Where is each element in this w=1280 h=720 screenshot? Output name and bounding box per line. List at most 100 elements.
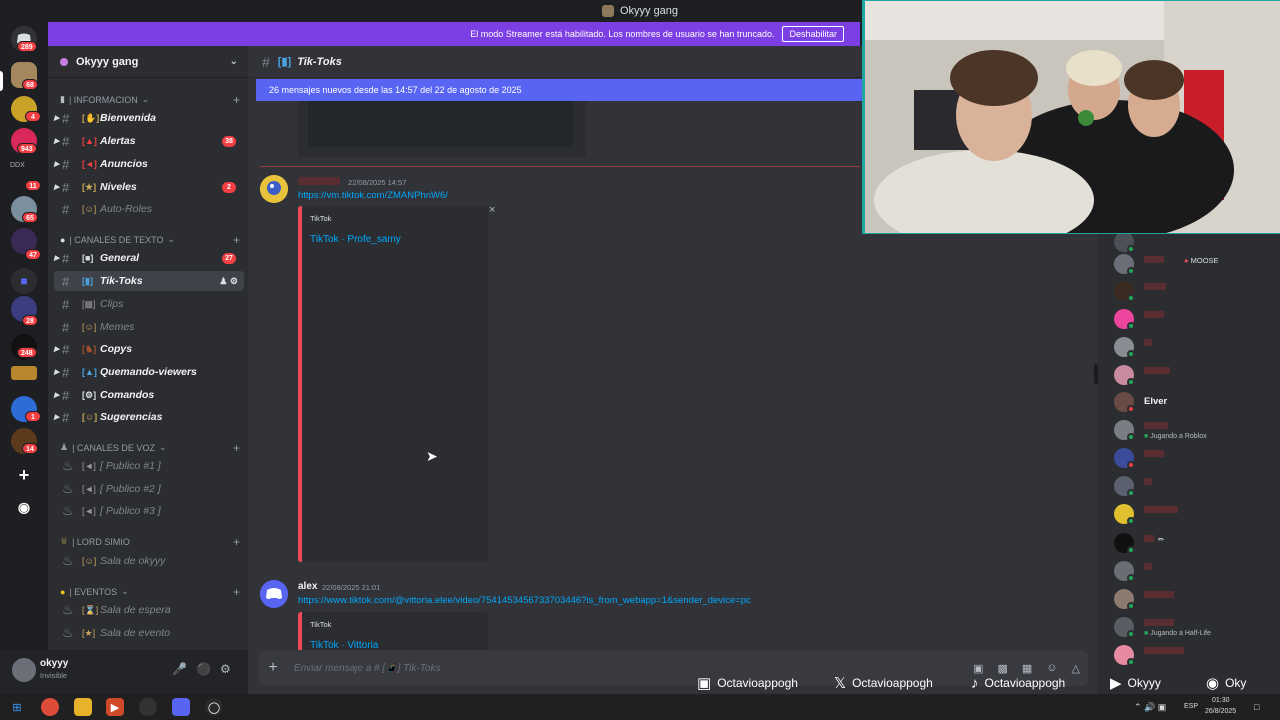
channel-label: Niveles: [100, 181, 137, 193]
member-item-elver[interactable]: Elver: [1114, 390, 1278, 414]
category-canales-texto[interactable]: ● | CANALES DE TEXTO ⌄ +: [60, 233, 240, 247]
dm-badge: 289: [17, 41, 37, 52]
channel-copys[interactable]: ▶ # [♞] Copys: [54, 339, 244, 359]
member-item[interactable]: ■ Jugando a Roblox: [1114, 418, 1278, 442]
avatar[interactable]: [260, 580, 288, 608]
voice-channel-publico-2[interactable]: ♨ [◄] [ Publico #2 ]: [54, 479, 244, 499]
voice-channel-sala-evento[interactable]: ♨ [★] Sala de evento: [54, 623, 244, 643]
gear-icon[interactable]: ⚙: [220, 662, 231, 676]
avatar[interactable]: [12, 658, 36, 682]
channel-general[interactable]: ▶ # [■] General 27: [54, 248, 244, 268]
category-canales-voz[interactable]: ♟ | CANALES DE VOZ ⌄ +: [60, 441, 240, 455]
member-item[interactable]: ● MOOSE: [1114, 252, 1278, 276]
discord-taskbar-icon[interactable]: [172, 698, 190, 716]
embed-title[interactable]: TikTok · Profe_samy: [310, 234, 401, 245]
server-header[interactable]: Okyyy gang ⌄: [48, 46, 248, 78]
voice-channel-sala-espera[interactable]: ♨ [⌛] Sala de espera: [54, 600, 244, 620]
gear-icon: [⚙]: [82, 389, 97, 400]
channel-settings-icon[interactable]: ♟ ⚙: [219, 276, 238, 287]
server-icon-8[interactable]: [11, 366, 37, 380]
voice-channel-sala-okyyy[interactable]: ♨ [☺] Sala de okyyy: [54, 551, 244, 571]
speaker-icon: ♨: [62, 503, 74, 518]
message-author[interactable]: alex: [298, 581, 317, 592]
member-item[interactable]: [1114, 643, 1278, 667]
channel-memes[interactable]: # [☺] Memes: [54, 317, 244, 337]
member-item[interactable]: [1114, 446, 1278, 470]
member-list: ● MOOSE Elver ■ Jugando a Roblox ✏ ■ Jug…: [1098, 234, 1280, 694]
hash-icon: #: [62, 319, 70, 335]
activities-icon[interactable]: △: [1072, 662, 1080, 675]
member-item[interactable]: ■ Jugando a Half-Life: [1114, 615, 1278, 639]
clock-time[interactable]: 01:30: [1212, 697, 1230, 704]
message-link[interactable]: https://vm.tiktok.com/ZMANPhnW6/: [298, 190, 448, 201]
server-badge: 11: [25, 180, 41, 191]
message-author-redacted[interactable]: [298, 177, 340, 185]
app-icon[interactable]: ◯: [205, 698, 223, 716]
voice-channel-publico-3[interactable]: ♨ [◄] [ Publico #3 ]: [54, 501, 244, 521]
mention-badge: 2: [222, 181, 236, 193]
windows-start-icon[interactable]: ⊞: [8, 698, 26, 716]
channel-comandos[interactable]: ▶ # [⚙] Comandos: [54, 385, 244, 405]
media-player-icon[interactable]: ▶: [106, 698, 124, 716]
active-server-pill: [0, 71, 3, 91]
phone-icon: [▮]: [82, 275, 93, 286]
add-attachment-icon[interactable]: +: [258, 659, 288, 677]
member-item[interactable]: [1114, 559, 1278, 583]
add-server-icon[interactable]: +: [11, 462, 37, 488]
new-messages-bar[interactable]: 26 mensajes nuevos desde las 14:57 del 2…: [256, 79, 862, 101]
member-item[interactable]: [1114, 307, 1278, 331]
notification-icon[interactable]: □: [1254, 702, 1259, 712]
channel-quemando-viewers[interactable]: ▶ # [▲] Quemando-viewers: [54, 362, 244, 382]
disable-streamer-mode-button[interactable]: Deshabilitar: [782, 26, 844, 42]
voice-channel-publico-1[interactable]: ♨ [◄] [ Publico #1 ]: [54, 456, 244, 476]
add-channel-icon[interactable]: +: [233, 233, 240, 247]
add-channel-icon[interactable]: +: [233, 93, 240, 107]
channel-sugerencias[interactable]: ▶ # [☺] Sugerencias: [54, 407, 244, 427]
member-item[interactable]: [1114, 335, 1278, 359]
member-item[interactable]: [1114, 363, 1278, 387]
server-rail: 289 68 4 943 DDX 11 65 47 ■ 28 248 1 14 …: [0, 22, 48, 694]
category-lord-simio[interactable]: ♕ | LORD SIMIO +: [60, 535, 240, 549]
channel-anuncios[interactable]: ▶ # [◄] Anuncios: [54, 154, 244, 174]
headphones-icon[interactable]: ⚫: [196, 662, 211, 676]
member-item[interactable]: [1114, 234, 1278, 254]
megaphone-icon: [◄]: [82, 505, 96, 516]
close-icon[interactable]: ×: [489, 204, 495, 216]
channel-niveles[interactable]: ▶ # [★] Niveles 2: [54, 177, 244, 197]
member-item[interactable]: ✏: [1114, 531, 1278, 555]
add-channel-icon[interactable]: +: [233, 535, 240, 549]
webcam-overlay: [862, 0, 1280, 234]
member-item[interactable]: [1114, 502, 1278, 526]
crown-icon: ♕: [60, 536, 69, 546]
channel-tik-toks[interactable]: # [▮] Tik-Toks ♟ ⚙: [54, 271, 244, 291]
file-explorer-icon[interactable]: [74, 698, 92, 716]
channel-alertas[interactable]: ▶ # [▲] Alertas 38: [54, 131, 244, 151]
channel-bienvenida[interactable]: ▶ # [✋] Bienvenida: [54, 108, 244, 128]
add-channel-icon[interactable]: +: [233, 585, 240, 599]
language-indicator[interactable]: ESP: [1184, 703, 1198, 710]
message-link[interactable]: https://www.tiktok.com/@vittoria.elee/vi…: [298, 595, 751, 606]
member-activity: ■ Jugando a Roblox: [1144, 433, 1207, 440]
member-item[interactable]: [1114, 474, 1278, 498]
channel-clips[interactable]: # [▩] Clips: [54, 294, 244, 314]
member-item[interactable]: [1114, 279, 1278, 303]
avatar[interactable]: [260, 175, 288, 203]
system-tray-icons[interactable]: ⌃ 🔊 ▣: [1134, 702, 1166, 713]
embed-thumbnail: [308, 101, 574, 147]
chrome-icon[interactable]: [41, 698, 59, 716]
obs-icon[interactable]: [139, 698, 157, 716]
folder-icon[interactable]: ■: [11, 268, 37, 294]
category-eventos[interactable]: ● | EVENTOS ⌄ +: [60, 585, 240, 599]
channel-label: [ Publico #2 ]: [100, 483, 161, 495]
clock-date[interactable]: 26/8/2025: [1205, 708, 1236, 715]
microphone-icon[interactable]: 🎤: [172, 662, 187, 676]
message-input[interactable]: [294, 662, 694, 674]
speaker-icon: ♟: [60, 442, 69, 452]
clapper-icon: [▩]: [82, 298, 96, 309]
add-channel-icon[interactable]: +: [233, 441, 240, 455]
member-item[interactable]: [1114, 587, 1278, 611]
speaker-icon: ♨: [62, 553, 74, 568]
channel-auto-roles[interactable]: # [☺] Auto-Roles: [54, 199, 244, 219]
category-informacion[interactable]: ▮ | INFORMACION ⌄ +: [60, 93, 240, 107]
explore-servers-icon[interactable]: ◉: [11, 494, 37, 520]
